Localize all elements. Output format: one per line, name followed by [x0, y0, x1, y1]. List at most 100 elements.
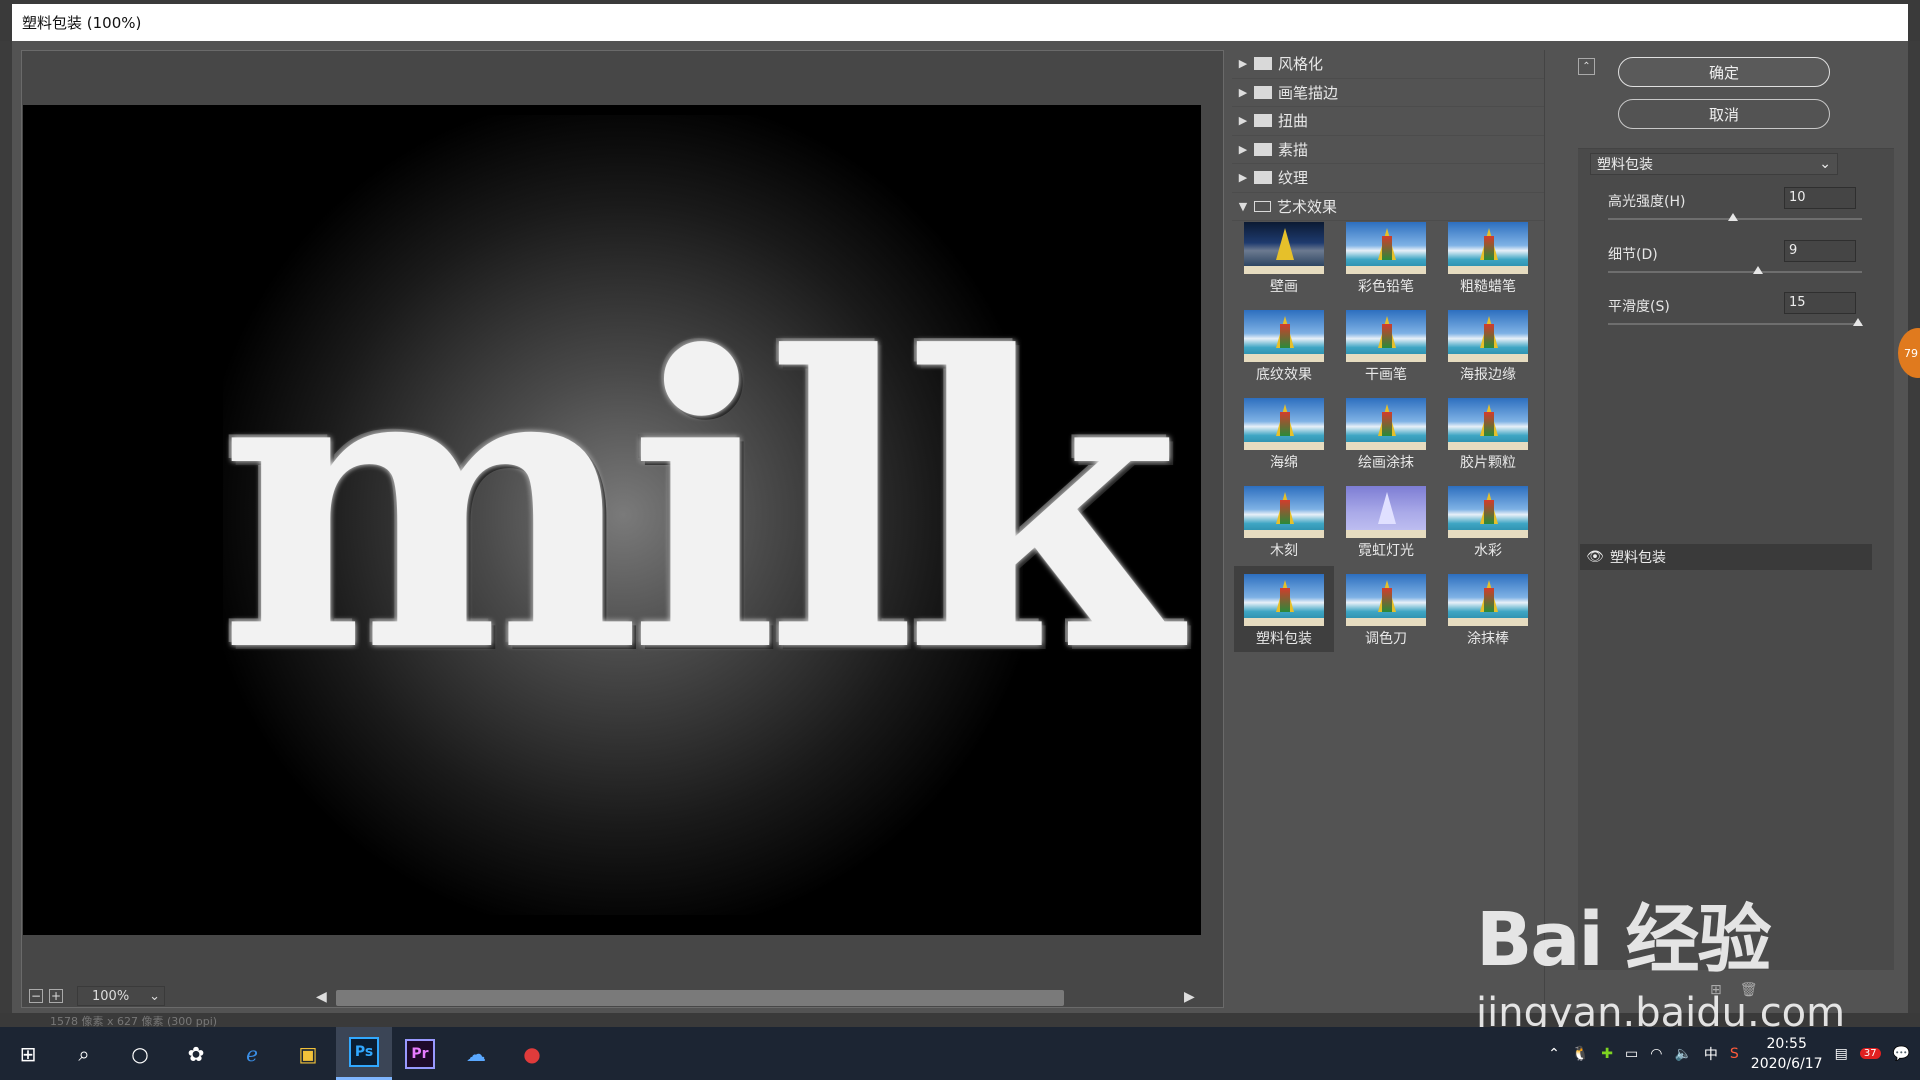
- triangle-down-icon: ▼: [1238, 199, 1248, 213]
- folder-icon: [1254, 57, 1272, 71]
- cortana-icon[interactable]: ○: [112, 1027, 168, 1080]
- filter-gallery: ▶ 风格化 ▶ 画笔描边 ▶ 扭曲 ▶ 素描 ▶ 纹理 ▼ 艺术效果 壁画 彩色…: [1232, 50, 1545, 1008]
- filter-label: 水彩: [1474, 543, 1502, 559]
- filter-thumb[interactable]: 霓虹灯光: [1336, 478, 1436, 564]
- sogou-icon[interactable]: S: [1730, 1046, 1739, 1062]
- premiere-taskbar-button[interactable]: Pr: [392, 1027, 448, 1080]
- thumbnail-image: [1244, 222, 1324, 274]
- filter-select[interactable]: 塑料包装 ⌄: [1590, 153, 1838, 175]
- filter-thumb[interactable]: 涂抹棒: [1438, 566, 1538, 652]
- category-stylize[interactable]: ▶ 风格化: [1232, 50, 1544, 79]
- param-value-input[interactable]: 9: [1784, 240, 1856, 262]
- filter-thumb[interactable]: 海报边缘: [1438, 302, 1538, 388]
- horizontal-scrollbar[interactable]: ◀ ▶: [316, 989, 1196, 1006]
- filter-select-value: 塑料包装: [1597, 157, 1653, 173]
- slider-track[interactable]: [1608, 271, 1862, 273]
- slider-track[interactable]: [1608, 323, 1862, 325]
- thumbnail-image: [1346, 310, 1426, 362]
- filter-label: 木刻: [1270, 543, 1298, 559]
- category-label: 纹理: [1278, 169, 1309, 188]
- thumbnail-image: [1448, 222, 1528, 274]
- scroll-right-icon[interactable]: ▶: [1184, 989, 1195, 1005]
- slider-knob[interactable]: [1753, 266, 1763, 274]
- settings-panel: ⌃ 确定 取消 塑料包装 ⌄ 高光强度(H) 10 细节(D) 9 平滑度(S)…: [1560, 50, 1900, 1008]
- chevron-up-icon[interactable]: ⌃: [1548, 1046, 1560, 1062]
- eye-icon[interactable]: 👁: [1580, 549, 1610, 565]
- thumbnail-image: [1346, 222, 1426, 274]
- chevron-down-icon: ⌄: [149, 988, 160, 1004]
- photoshop-taskbar-button[interactable]: Ps: [336, 1027, 392, 1080]
- folder-icon: [1254, 85, 1272, 99]
- category-label: 扭曲: [1278, 112, 1309, 131]
- watermark-brand: Bai 经验: [1476, 897, 1771, 983]
- search-icon[interactable]: ⌕: [56, 1027, 112, 1080]
- preview-text: milk: [218, 270, 1180, 740]
- filter-thumb[interactable]: 粗糙蜡笔: [1438, 214, 1538, 300]
- filter-label: 海绵: [1270, 455, 1298, 471]
- left-edge: [0, 41, 12, 1013]
- baidu-netdisk-icon[interactable]: ☁: [448, 1027, 504, 1080]
- zoom-out-button[interactable]: −: [29, 989, 43, 1003]
- slider-knob[interactable]: [1728, 213, 1738, 221]
- wifi-icon[interactable]: ◠: [1650, 1046, 1662, 1062]
- category-sketch[interactable]: ▶ 素描: [1232, 136, 1544, 164]
- category-texture[interactable]: ▶ 纹理: [1232, 164, 1544, 193]
- thumbnail-image: [1448, 486, 1528, 538]
- photos-icon[interactable]: ▣: [280, 1027, 336, 1080]
- clock[interactable]: 20:55 2020/6/17: [1751, 1034, 1823, 1074]
- photoshop-icon: Ps: [349, 1037, 379, 1067]
- filter-thumb[interactable]: 调色刀: [1336, 566, 1436, 652]
- filter-thumb[interactable]: 海绵: [1234, 390, 1334, 476]
- window-title: 塑料包装 (100%): [22, 14, 142, 32]
- filter-label: 彩色铅笔: [1358, 279, 1414, 295]
- zoom-select[interactable]: 100% ⌄: [77, 986, 165, 1006]
- preview-canvas[interactable]: milk: [23, 105, 1201, 935]
- thumbnail-image: [1448, 574, 1528, 626]
- ime-indicator[interactable]: 中: [1704, 1044, 1718, 1064]
- notes-icon[interactable]: ▤: [1835, 1046, 1848, 1062]
- windows-start-icon[interactable]: ⊞: [0, 1027, 56, 1080]
- filter-thumb[interactable]: 底纹效果: [1234, 302, 1334, 388]
- qq-icon[interactable]: 🐧: [1572, 1046, 1589, 1062]
- red-app-icon[interactable]: ●: [504, 1027, 560, 1080]
- param-value-input[interactable]: 10: [1784, 187, 1856, 209]
- filter-thumb[interactable]: 绘画涂抹: [1336, 390, 1436, 476]
- window-titlebar[interactable]: 塑料包装 (100%): [12, 4, 1908, 41]
- edge-icon[interactable]: ℯ: [224, 1027, 280, 1080]
- filter-label: 调色刀: [1365, 631, 1407, 647]
- zoom-in-button[interactable]: +: [49, 989, 63, 1003]
- category-distort[interactable]: ▶ 扭曲: [1232, 107, 1544, 136]
- filter-thumb[interactable]: 胶片颗粒: [1438, 390, 1538, 476]
- scroll-thumb[interactable]: [336, 990, 1064, 1006]
- filter-label: 干画笔: [1365, 367, 1407, 383]
- scroll-left-icon[interactable]: ◀: [316, 989, 327, 1005]
- ok-button[interactable]: 确定: [1618, 57, 1830, 87]
- slider-knob[interactable]: [1853, 318, 1863, 326]
- category-brush-strokes[interactable]: ▶ 画笔描边: [1232, 79, 1544, 107]
- action-center-icon[interactable]: 💬: [1893, 1046, 1910, 1062]
- thumbnail-image: [1244, 398, 1324, 450]
- category-label: 风格化: [1278, 55, 1324, 74]
- triangle-right-icon: ▶: [1238, 114, 1248, 128]
- status-text: 1578 像素 x 627 像素 (300 ppi): [50, 1015, 218, 1028]
- filter-thumb[interactable]: 木刻: [1234, 478, 1334, 564]
- green-app-icon[interactable]: ✚: [1601, 1046, 1613, 1062]
- effect-layer-row[interactable]: 👁 塑料包装: [1580, 544, 1872, 570]
- filter-thumb[interactable]: 水彩: [1438, 478, 1538, 564]
- category-label: 素描: [1278, 140, 1309, 159]
- filter-label: 涂抹棒: [1467, 631, 1509, 647]
- volume-icon[interactable]: 🔈: [1674, 1046, 1691, 1062]
- thumbnail-image: [1346, 486, 1426, 538]
- thumbnail-image: [1448, 310, 1528, 362]
- filter-thumb[interactable]: 干画笔: [1336, 302, 1436, 388]
- triangle-right-icon: ▶: [1238, 142, 1248, 156]
- cancel-button[interactable]: 取消: [1618, 99, 1830, 129]
- battery-icon[interactable]: ▭: [1625, 1046, 1638, 1062]
- filter-thumb[interactable]: 壁画: [1234, 214, 1334, 300]
- param-value-input[interactable]: 15: [1784, 292, 1856, 314]
- clock-time: 20:55: [1766, 1035, 1807, 1052]
- app-icon[interactable]: ✿: [168, 1027, 224, 1080]
- filter-thumb-selected[interactable]: 塑料包装: [1234, 566, 1334, 652]
- filter-thumb[interactable]: 彩色铅笔: [1336, 214, 1436, 300]
- collapse-gallery-icon[interactable]: ⌃: [1578, 58, 1595, 75]
